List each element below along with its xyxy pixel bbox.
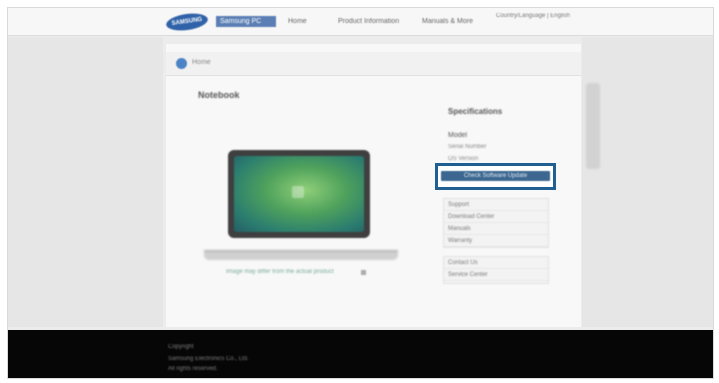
brand-label[interactable]: Samsung PC: [216, 16, 276, 27]
site-header: SAMSUNG Samsung PC Home Product Informat…: [8, 8, 713, 36]
contact-item[interactable]: Service Center: [444, 269, 548, 281]
browser-frame: SAMSUNG Samsung PC Home Product Informat…: [7, 7, 714, 379]
nav-product-information[interactable]: Product Information: [338, 18, 399, 25]
site-footer: Copyright Samsung Electronics Co., Ltd. …: [8, 330, 713, 378]
left-gutter: [8, 37, 163, 327]
right-gutter: [582, 37, 713, 327]
footer-rights: All rights reserved.: [168, 366, 218, 372]
product-title: Notebook: [198, 90, 240, 100]
zoom-icon[interactable]: [361, 270, 366, 275]
support-panel: Support Download Center Manuals Warranty: [443, 198, 549, 248]
laptop-image: [228, 150, 370, 238]
breadcrumb: Home: [166, 52, 581, 76]
nav-home[interactable]: Home: [288, 18, 307, 25]
support-item[interactable]: Support: [444, 199, 548, 211]
support-item[interactable]: Warranty: [444, 235, 548, 247]
software-update-highlight: Check Software Update: [435, 163, 556, 190]
windows-logo-icon: [292, 186, 304, 198]
contact-panel: Contact Us Service Center: [443, 256, 549, 284]
country-language-link[interactable]: Country/Language | English: [496, 13, 570, 19]
laptop-base: [204, 250, 398, 260]
nav-manuals[interactable]: Manuals & More: [422, 18, 473, 25]
software-update-label: Check Software Update: [463, 173, 528, 179]
spec-model: Model: [448, 132, 468, 139]
spec-heading: Specifications: [448, 107, 503, 116]
home-icon[interactable]: [176, 58, 187, 69]
support-item[interactable]: Manuals: [444, 223, 548, 235]
breadcrumb-home[interactable]: Home: [192, 59, 211, 66]
spec-os: OS Version: [448, 156, 479, 162]
spec-serial: Serial Number: [448, 144, 487, 150]
scrollbar-thumb[interactable]: [586, 83, 600, 169]
support-item[interactable]: Download Center: [444, 211, 548, 223]
image-caption: Image may differ from the actual product: [226, 269, 334, 275]
software-update-button[interactable]: Check Software Update: [441, 171, 550, 181]
footer-copyright: Copyright: [168, 344, 194, 350]
laptop-display: [234, 156, 364, 232]
samsung-logo[interactable]: SAMSUNG: [165, 11, 209, 33]
footer-company: Samsung Electronics Co., Ltd.: [168, 356, 249, 362]
contact-item[interactable]: Contact Us: [444, 257, 548, 269]
